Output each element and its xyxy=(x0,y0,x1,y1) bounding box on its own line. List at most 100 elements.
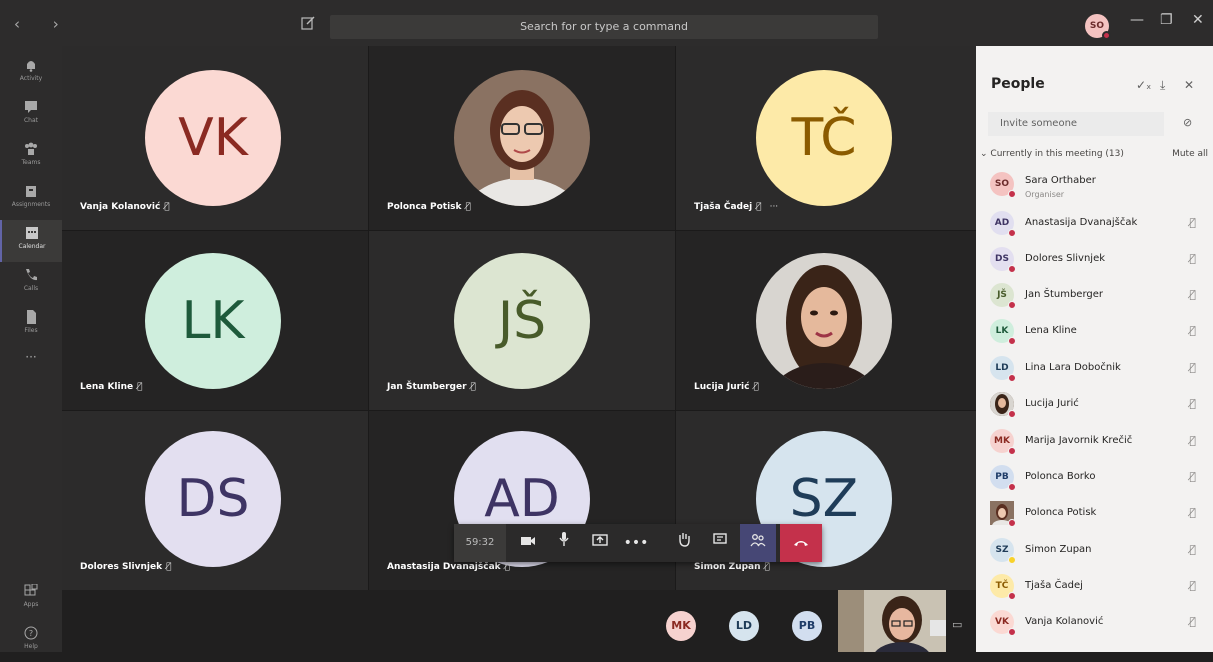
overflow-avatar[interactable]: MK xyxy=(666,611,696,641)
rail-item-chat[interactable]: Chat xyxy=(0,94,62,136)
participant-row[interactable]: MK Marija Javornik Krečič 🎙̸ xyxy=(990,423,1204,459)
minimize-icon[interactable]: — xyxy=(1130,12,1144,28)
participant-tile[interactable]: LK Lena Kline 🎙̸ xyxy=(62,231,368,410)
mic-muted-icon[interactable]: 🎙̸ xyxy=(1189,506,1196,519)
more-options-icon[interactable]: ··· xyxy=(770,202,779,212)
participant-tile[interactable]: Polonca Potisk 🎙̸ xyxy=(369,46,675,230)
camera-button[interactable] xyxy=(510,524,546,562)
self-view-toggle-icon[interactable]: ▭ xyxy=(952,618,962,631)
history-nav[interactable]: ‹ › xyxy=(14,15,73,33)
hang-up-button[interactable] xyxy=(780,524,822,562)
share-screen-button[interactable] xyxy=(582,524,618,562)
panel-title: People xyxy=(991,76,1045,92)
presence-busy-icon xyxy=(1008,190,1016,198)
raise-hand-button[interactable] xyxy=(666,524,702,562)
presence-busy-icon xyxy=(1008,410,1016,418)
participant-row[interactable]: AD Anastasija Dvanajščak 🎙̸ xyxy=(990,205,1204,241)
download-icon[interactable]: ⤓ xyxy=(1160,78,1165,93)
mic-muted-icon: 🎙̸ xyxy=(470,382,476,392)
participants-button[interactable] xyxy=(740,524,776,562)
presence-busy-icon xyxy=(1008,229,1016,237)
participant-avatar: VK xyxy=(145,70,281,206)
participant-row[interactable]: PB Polonca Borko 🎙̸ xyxy=(990,459,1204,495)
title-bar: ‹ › Search for or type a command SO — ❐ … xyxy=(0,0,1213,46)
participant-avatar: VK xyxy=(990,610,1016,636)
hand-icon xyxy=(679,533,690,547)
ellipsis-icon: ••• xyxy=(623,535,649,551)
participant-tile[interactable]: JŠ Jan Štumberger 🎙̸ xyxy=(369,231,675,410)
rail-item-assignments[interactable]: Assignments xyxy=(0,178,62,220)
mute-all-button[interactable]: Mute all xyxy=(1172,149,1208,159)
presence-busy-icon xyxy=(1008,628,1016,636)
participant-tile[interactable]: TČ Tjaša Čadej 🎙̸ ··· xyxy=(676,46,976,230)
overflow-avatar[interactable]: PB xyxy=(792,611,822,641)
mic-muted-icon[interactable]: 🎙̸ xyxy=(1189,252,1196,265)
participant-row[interactable]: JŠ Jan Štumberger 🎙̸ xyxy=(990,277,1204,313)
rail-label: Activity xyxy=(19,75,43,82)
participant-row[interactable]: Polonca Potisk 🎙̸ xyxy=(990,495,1204,532)
participant-name: Lena Kline 🎙̸ xyxy=(80,382,143,392)
participant-row[interactable]: TČ Tjaša Čadej 🎙̸ xyxy=(990,568,1204,604)
self-view-video[interactable] xyxy=(838,590,946,652)
rail-item-teams[interactable]: Teams xyxy=(0,136,62,178)
mic-muted-icon[interactable]: 🎙̸ xyxy=(1189,579,1196,592)
share-tray-icon xyxy=(592,534,608,546)
participant-row[interactable]: LD Lina Lara Dobočnik 🎙̸ xyxy=(990,350,1204,386)
microphone-button[interactable] xyxy=(546,524,582,562)
copy-link-icon[interactable]: ⊘ xyxy=(1183,116,1192,129)
rail-item-files[interactable]: Files xyxy=(0,304,62,346)
more-apps-button[interactable]: ··· xyxy=(0,350,62,392)
participant-row[interactable]: Lucija Jurić 🎙̸ xyxy=(990,386,1204,422)
rail-item-apps[interactable]: Apps xyxy=(0,578,62,620)
mic-muted-icon[interactable]: 🎙̸ xyxy=(1189,397,1196,410)
participant-row[interactable]: SZ Simon Zupan 🎙̸ xyxy=(990,532,1204,568)
overflow-avatar[interactable]: LD xyxy=(729,611,759,641)
search-input[interactable]: Search for or type a command xyxy=(330,15,878,39)
participant-row[interactable]: SO Sara Orthaber Organiser xyxy=(990,166,1204,202)
mic-muted-icon[interactable]: 🎙̸ xyxy=(1189,434,1196,447)
compose-icon[interactable] xyxy=(300,15,316,31)
mute-check-icon[interactable]: ✓ₓ xyxy=(1136,78,1151,92)
mic-muted-icon: 🎙̸ xyxy=(465,202,471,212)
participant-row[interactable]: DS Dolores Slivnjek 🎙̸ xyxy=(990,241,1204,277)
mic-muted-icon[interactable]: 🎙̸ xyxy=(1189,288,1196,301)
close-icon[interactable]: ✕ xyxy=(1192,12,1204,28)
mic-muted-icon[interactable]: 🎙̸ xyxy=(1189,216,1196,229)
participant-avatar: SZ xyxy=(990,538,1016,564)
participant-tile[interactable]: VK Vanja Kolanović 🎙̸ xyxy=(62,46,368,230)
participant-name: Simon Zupan xyxy=(1025,544,1092,555)
close-panel-icon[interactable]: ✕ xyxy=(1184,78,1194,92)
more-actions-button[interactable]: ••• xyxy=(618,524,654,562)
mic-muted-icon: 🎙̸ xyxy=(504,562,511,572)
participant-initials: SO xyxy=(994,179,1010,189)
mic-muted-icon[interactable]: 🎙̸ xyxy=(1189,361,1196,374)
participant-tile[interactable]: Lucija Jurić 🎙̸ xyxy=(676,231,976,410)
mic-muted-icon: 🎙̸ xyxy=(756,202,762,212)
participant-row[interactable]: LK Lena Kline 🎙̸ xyxy=(990,313,1204,349)
participant-avatar: AD xyxy=(990,211,1016,237)
participant-name: Jan Štumberger 🎙̸ xyxy=(387,382,476,392)
participant-tile[interactable]: AD Anastasija Dvanajščak 🎙̸ xyxy=(369,411,675,590)
mic-muted-icon[interactable]: 🎙̸ xyxy=(1189,470,1196,483)
chat-button[interactable] xyxy=(702,524,738,562)
maximize-icon[interactable]: ❐ xyxy=(1160,12,1173,28)
participant-photo xyxy=(990,392,1016,418)
participant-initials: SZ xyxy=(995,545,1009,555)
bell-icon xyxy=(27,61,35,72)
mic-muted-icon[interactable]: 🎙̸ xyxy=(1189,615,1196,628)
rail-item-help[interactable]: ? Help xyxy=(0,620,62,662)
user-avatar[interactable]: SO xyxy=(1085,14,1111,40)
rail-item-calendar[interactable]: Calendar xyxy=(0,220,62,262)
participant-tile[interactable]: DS Dolores Slivnjek 🎙̸ xyxy=(62,411,368,590)
meeting-section-header[interactable]: ⌄ Currently in this meeting (13) Mute al… xyxy=(980,149,1208,159)
participant-row[interactable]: VK Vanja Kolanović 🎙̸ xyxy=(990,604,1204,640)
participant-name: Jan Štumberger xyxy=(1025,289,1103,300)
rail-item-activity[interactable]: Activity xyxy=(0,52,62,94)
rail-item-calls[interactable]: Calls xyxy=(0,262,62,304)
mic-muted-icon[interactable]: 🎙̸ xyxy=(1189,543,1196,556)
participant-tile[interactable]: SZ Simon Zupan 🎙̸ xyxy=(676,411,976,590)
mic-muted-icon[interactable]: 🎙̸ xyxy=(1189,324,1196,337)
participant-avatar: LK xyxy=(990,319,1016,345)
invite-input[interactable]: Invite someone xyxy=(988,112,1164,136)
rail-label: Help xyxy=(24,643,38,650)
